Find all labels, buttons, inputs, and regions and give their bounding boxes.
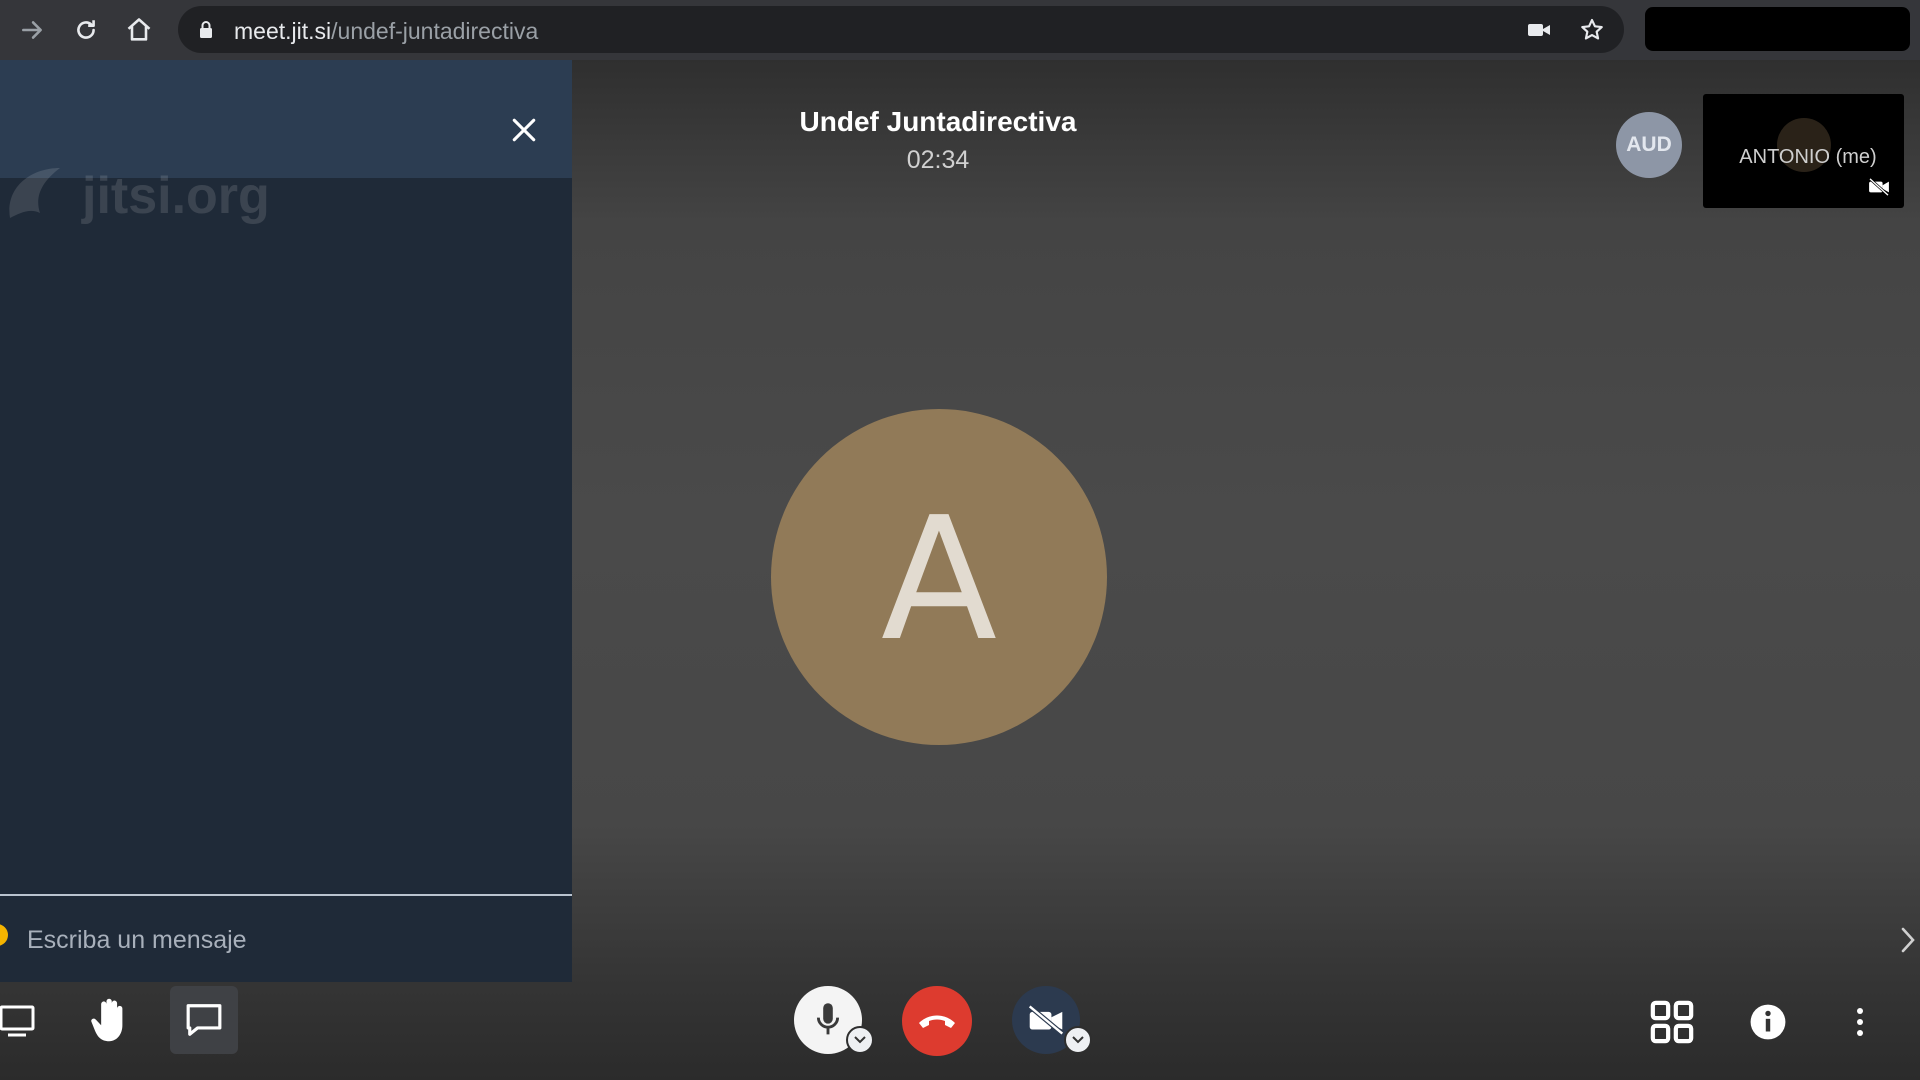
chevron-down-icon [1072,1036,1084,1044]
info-button[interactable] [1744,998,1792,1046]
microphone-icon [816,1003,840,1035]
desktop-icon [0,1005,35,1037]
chat-message-input[interactable]: Escriba un mensaje [27,926,247,955]
camera-permission-button[interactable] [1526,17,1552,43]
toggle-filmstrip-button[interactable] [1900,926,1916,959]
home-icon [127,18,151,41]
jitsi-watermark: jitsi.org [0,128,300,238]
grid-icon [1650,1000,1694,1044]
hand-icon [91,998,123,1042]
star-icon [1581,18,1603,40]
avatar-initials: AUD [1626,133,1672,156]
phone-hangup-icon [919,1015,955,1028]
chat-panel: jitsi.org Escriba un mensaje [0,60,572,982]
chat-icon [186,1004,222,1036]
meeting-timer: 02:34 [906,146,970,174]
url-host: meet.jit.si [234,18,332,44]
chat-button[interactable] [170,986,238,1054]
browser-toolbar: meet.jit.si/undef-juntadirectiva [0,0,1920,60]
emoji-icon[interactable] [0,924,8,946]
bookmark-button[interactable] [1579,17,1605,43]
avatar-initial: A [880,481,998,679]
tile-view-button[interactable] [1644,994,1700,1050]
lock-icon [200,21,212,38]
close-icon [512,118,536,142]
more-options-button[interactable] [1840,994,1880,1050]
camera-off-icon [1028,1005,1064,1035]
local-video-thumbnail[interactable]: ANTONIO (me) [1703,94,1904,208]
camera-muted-icon [1869,178,1889,196]
video-settings-button[interactable] [1064,1026,1092,1054]
watermark-text: jitsi.org [82,167,270,225]
address-bar[interactable]: meet.jit.si/undef-juntadirectiva [178,6,1624,53]
self-display-name: ANTONIO (me) [1739,146,1877,168]
chevron-right-icon [1901,927,1915,953]
raise-hand-button[interactable] [80,988,140,1052]
reload-icon [77,20,95,39]
url-text[interactable]: meet.jit.si/undef-juntadirectiva [234,18,538,45]
audio-settings-button[interactable] [846,1026,874,1054]
hangup-button[interactable] [902,986,972,1056]
home-button[interactable] [120,11,158,49]
share-screen-button[interactable] [0,990,40,1050]
url-path: /undef-juntadirectiva [331,18,539,44]
meeting-title: Undef Juntadirectiva [799,106,1077,137]
profile-area[interactable] [1645,7,1910,51]
participant-avatar-aud[interactable]: AUD [1616,112,1682,178]
info-icon [1750,1004,1786,1040]
more-vertical-icon [1857,1008,1863,1036]
main-participant-avatar: A [771,409,1107,745]
chevron-down-icon [854,1036,866,1044]
close-chat-button[interactable] [502,108,546,152]
video-camera-icon [1528,24,1550,36]
forward-arrow-icon [22,21,42,39]
reload-button[interactable] [67,11,105,49]
forward-button[interactable] [13,11,51,49]
jitsi-logo-icon [9,168,60,218]
chat-input-divider [0,894,572,896]
conference-stage: jitsi.org Escriba un mensaje Undef Junta… [0,60,1920,1080]
